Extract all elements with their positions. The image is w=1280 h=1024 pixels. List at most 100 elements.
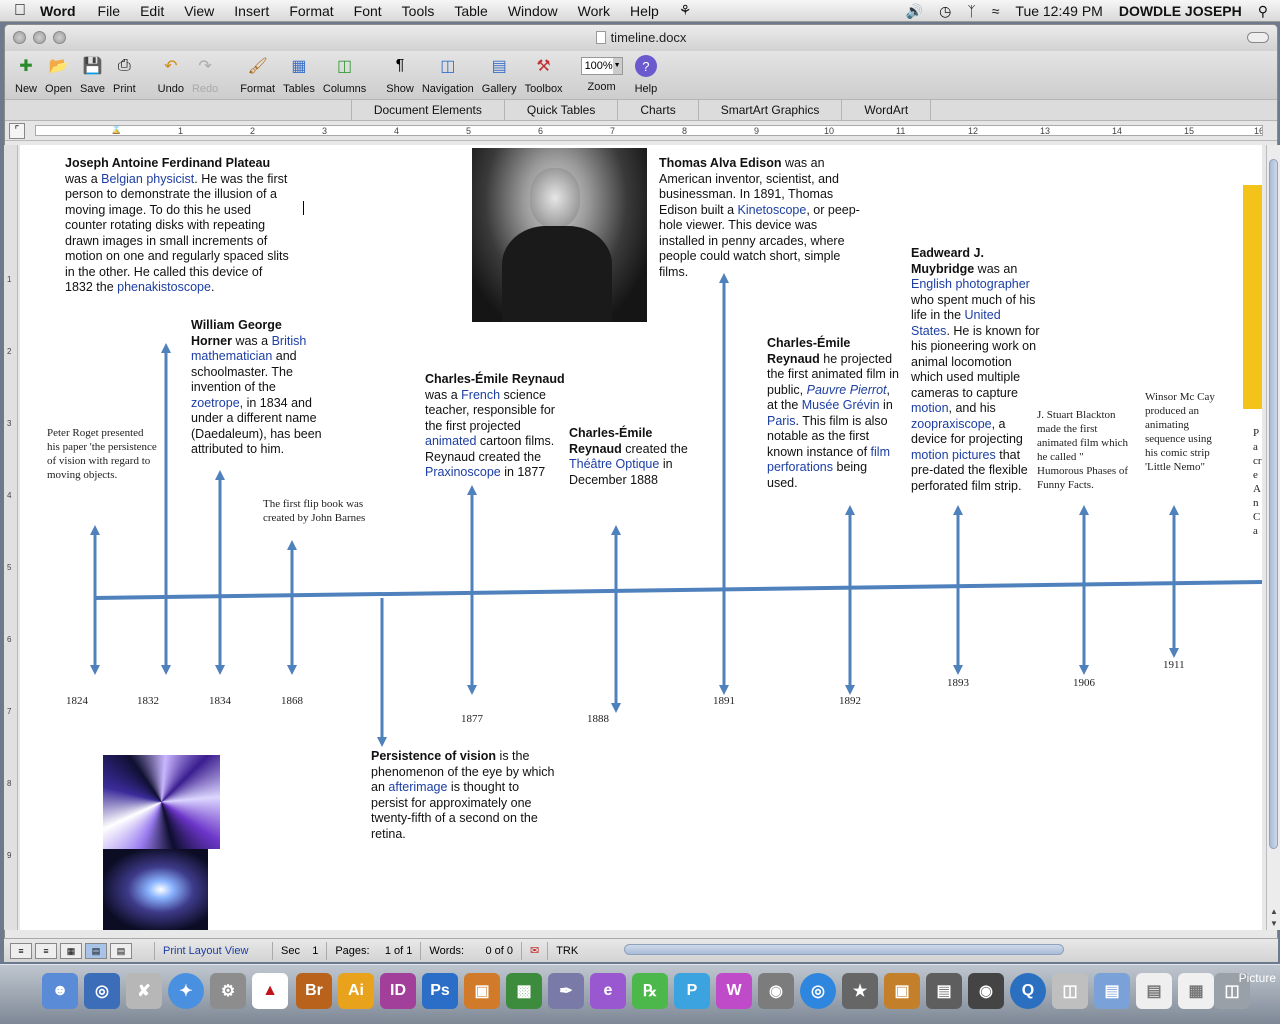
link-kinetoscope[interactable]: Kinetoscope bbox=[738, 203, 807, 217]
scroll-buttons[interactable]: ▲ ▼ bbox=[1268, 906, 1280, 930]
menu-view[interactable]: View bbox=[184, 3, 214, 19]
tab-document-elements[interactable]: Document Elements bbox=[350, 100, 504, 120]
link-paris[interactable]: Paris bbox=[767, 414, 795, 428]
ruler-scale[interactable]: 1 2 3 4 5 6 7 8 9 10 11 12 13 14 15 16 ⌛ bbox=[35, 125, 1263, 136]
menu-table[interactable]: Table bbox=[454, 3, 487, 19]
wifi-icon[interactable]: ≈ bbox=[992, 3, 1000, 19]
document-page[interactable]: Joseph Antoine Ferdinand Plateau was a B… bbox=[20, 145, 1262, 930]
roget-text[interactable]: Peter Roget presented his paper 'the per… bbox=[47, 426, 159, 482]
menu-format[interactable]: Format bbox=[289, 3, 333, 19]
apple-menu-icon[interactable]:  bbox=[0, 2, 40, 20]
navigation-button[interactable]: ◫ Navigation bbox=[418, 51, 478, 95]
camera-icon[interactable]: ◉ bbox=[758, 973, 794, 1009]
close-button[interactable] bbox=[13, 31, 26, 44]
stickies-icon[interactable]: ▦ bbox=[1178, 973, 1214, 1009]
sketch-icon[interactable]: ℞ bbox=[632, 973, 668, 1009]
link-motion-pictures[interactable]: motion pictures bbox=[911, 448, 996, 462]
reynaud-theatre-text[interactable]: Charles-Émile Reynaud created the Théâtr… bbox=[569, 426, 699, 488]
menu-help[interactable]: Help bbox=[630, 3, 659, 19]
preview-icon[interactable]: ▤ bbox=[926, 973, 962, 1009]
indent-marker-icon[interactable]: ⌛ bbox=[110, 126, 122, 135]
notebook-view-button[interactable]: ▤ bbox=[110, 942, 132, 959]
script-menu-icon[interactable]: ⚘ bbox=[679, 2, 692, 19]
presentation-icon[interactable]: ▣ bbox=[464, 973, 500, 1009]
link-zoetrope[interactable]: zoetrope bbox=[191, 396, 240, 410]
archive-icon[interactable]: ◫ bbox=[1052, 973, 1088, 1009]
spelling-status-icon[interactable]: ✉ bbox=[520, 941, 547, 960]
menu-font[interactable]: Font bbox=[354, 3, 382, 19]
charts-icon[interactable]: ▩ bbox=[506, 973, 542, 1009]
clock[interactable]: Tue 12:49 PM bbox=[1015, 3, 1102, 19]
tab-quick-tables[interactable]: Quick Tables bbox=[503, 100, 617, 120]
web-icon[interactable]: e bbox=[590, 973, 626, 1009]
link-pauvre-pierrot[interactable]: Pauvre Pierrot bbox=[807, 383, 887, 397]
reynaud-pauvre-pierrot-text[interactable]: Charles-Émile Reynaud he projected the f… bbox=[767, 336, 899, 491]
illustrator-icon[interactable]: Ai bbox=[338, 973, 374, 1009]
abstract-art-image[interactable] bbox=[103, 755, 220, 930]
toolbar-toggle-button[interactable] bbox=[1247, 32, 1269, 43]
flipbook-text[interactable]: The first flip book was created by John … bbox=[263, 497, 375, 525]
columns-button[interactable]: ◫ Columns bbox=[319, 51, 370, 95]
menu-tools[interactable]: Tools bbox=[402, 3, 435, 19]
dvd-icon[interactable]: ◎ bbox=[800, 973, 836, 1009]
paint-icon[interactable]: P bbox=[674, 973, 710, 1009]
tab-wordart[interactable]: WordArt bbox=[841, 100, 932, 120]
help-button[interactable]: ? Help bbox=[631, 51, 662, 95]
photo-booth-icon[interactable]: ◉ bbox=[968, 973, 1004, 1009]
mail-icon[interactable]: W bbox=[716, 973, 752, 1009]
safari-icon[interactable]: ✦ bbox=[168, 973, 204, 1009]
outline-view-button[interactable]: ≡ bbox=[35, 942, 57, 959]
link-belgian-physicist[interactable]: Belgian physicist bbox=[101, 172, 194, 186]
horner-text[interactable]: William George Horner was a British math… bbox=[191, 318, 323, 458]
cutoff-text[interactable]: Pa cre An Ca bbox=[1253, 426, 1262, 538]
link-english-photographer[interactable]: English photographer bbox=[911, 277, 1030, 291]
vertical-scrollbar[interactable]: ▲ ▼ bbox=[1266, 145, 1280, 930]
app-menu[interactable]: Word bbox=[40, 3, 76, 19]
toolbox-button[interactable]: ⚒ Toolbox bbox=[521, 51, 567, 95]
user-name[interactable]: DOWDLE JOSEPH bbox=[1119, 3, 1242, 19]
imovie-icon[interactable]: ★ bbox=[842, 973, 878, 1009]
edison-photo[interactable] bbox=[472, 148, 647, 322]
system-preferences-icon[interactable]: ⚙ bbox=[210, 973, 246, 1009]
vertical-ruler[interactable]: 1 2 3 4 5 6 7 8 9 bbox=[4, 145, 18, 930]
link-motion[interactable]: motion bbox=[911, 401, 949, 415]
draft-view-button[interactable]: ≡ bbox=[10, 942, 32, 959]
menu-file[interactable]: File bbox=[98, 3, 121, 19]
track-changes-indicator[interactable]: TRK bbox=[547, 941, 586, 960]
link-phenakistoscope[interactable]: phenakistoscope bbox=[117, 280, 211, 294]
spotlight-icon[interactable]: ⚲ bbox=[1258, 3, 1268, 20]
volume-icon[interactable]: 🔊 bbox=[906, 3, 923, 20]
script-icon[interactable]: ✘ bbox=[126, 973, 162, 1009]
menu-work[interactable]: Work bbox=[578, 3, 610, 19]
link-animated[interactable]: animated bbox=[425, 434, 476, 448]
zoom-window-button[interactable] bbox=[53, 31, 66, 44]
tab-stop-selector[interactable]: ⌜ bbox=[9, 123, 25, 139]
plateau-text[interactable]: Joseph Antoine Ferdinand Plateau was a B… bbox=[65, 156, 290, 296]
horizontal-scrollbar[interactable] bbox=[624, 944, 1064, 955]
mccay-text[interactable]: Winsor Mc Cay produced an animating sequ… bbox=[1145, 390, 1220, 474]
format-button[interactable]: 🖌 Format bbox=[236, 51, 279, 95]
network-icon[interactable]: ◎ bbox=[84, 973, 120, 1009]
link-zoopraxiscope[interactable]: zoopraxiscope bbox=[911, 417, 992, 431]
vertical-scroll-thumb[interactable] bbox=[1269, 159, 1278, 849]
photos-icon[interactable]: ▣ bbox=[884, 973, 920, 1009]
muybridge-text[interactable]: Eadweard J. Muybridge was an English pho… bbox=[911, 246, 1043, 494]
quicktime-icon[interactable]: Q bbox=[1010, 973, 1046, 1009]
redo-button[interactable]: ↷ Redo bbox=[188, 51, 222, 95]
menu-window[interactable]: Window bbox=[508, 3, 558, 19]
bridge-icon[interactable]: Br bbox=[296, 973, 332, 1009]
link-musee-grevin[interactable]: Musée Grévin bbox=[802, 398, 880, 412]
horizontal-ruler[interactable]: ⌜ 1 2 3 4 5 6 7 8 9 10 11 12 13 14 15 16… bbox=[5, 121, 1277, 141]
publishing-view-button[interactable]: ▦ bbox=[60, 942, 82, 959]
edison-text[interactable]: Thomas Alva Edison was an American inven… bbox=[659, 156, 865, 280]
bluetooth-icon[interactable]: ᛉ bbox=[967, 3, 975, 19]
blackton-text[interactable]: J. Stuart Blackton made the first animat… bbox=[1037, 408, 1132, 492]
tables-button[interactable]: ▦ Tables bbox=[279, 51, 319, 95]
folder-icon[interactable]: ▤ bbox=[1094, 973, 1130, 1009]
link-french[interactable]: French bbox=[461, 388, 500, 402]
acrobat-icon[interactable]: ▲ bbox=[252, 973, 288, 1009]
finder-icon[interactable]: ☻ bbox=[42, 973, 78, 1009]
save-button[interactable]: 💾 Save bbox=[76, 51, 109, 95]
show-button[interactable]: ¶ Show bbox=[382, 51, 418, 95]
menu-insert[interactable]: Insert bbox=[234, 3, 269, 19]
